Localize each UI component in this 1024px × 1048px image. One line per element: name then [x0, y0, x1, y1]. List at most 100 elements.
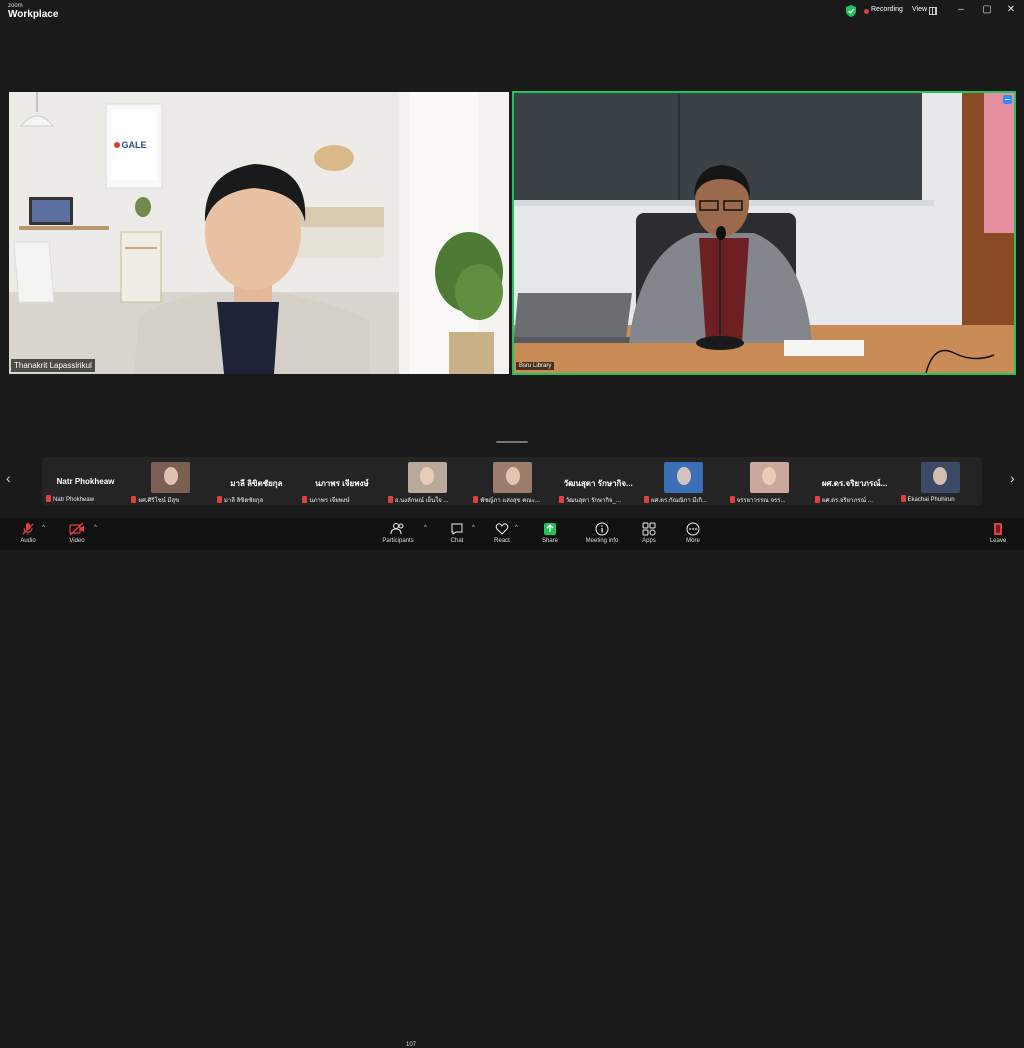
recording-label[interactable]: Recording: [871, 6, 903, 13]
participant-tile[interactable]: Natr Phokheaw Natr Phokheaw: [44, 459, 127, 503]
participant-thumbnail: [920, 462, 960, 493]
participant-name-text: มาลี ลิขิตชัยกุล: [223, 498, 264, 504]
participant-name-label: วัฒนสุดา รักษากิจ_...: [558, 495, 640, 505]
mic-muted-icon: [46, 495, 51, 502]
participant-tile[interactable]: พัชญ์ภา แสงสุข คณะ...: [471, 459, 554, 504]
participant-tile[interactable]: มาลี ลิขิตชัยกุล มาลี ลิขิตชัยกุล: [215, 459, 298, 504]
mic-muted-icon: [900, 495, 906, 502]
participant-name-text: จรรยาวรรณ จรร...: [736, 498, 786, 504]
speaker-video-frame: GALE: [9, 92, 509, 374]
participant-name-label: อ.นงลักษณ์ เย็นใจ ...: [387, 495, 469, 505]
participant-name-text: วัฒนสุดา รักษากิจ_...: [565, 498, 621, 504]
pin-icon[interactable]: [1003, 95, 1012, 104]
video-tile-active[interactable]: Bsru Library: [512, 91, 1016, 375]
view-button[interactable]: View: [912, 6, 927, 13]
participant-name-label: จรรยาวรรณ จรร...: [729, 495, 811, 505]
participant-tile[interactable]: ผศ.ศิริโชน์ มีสุข: [129, 459, 212, 505]
strip-next-button[interactable]: ›: [1010, 470, 1015, 486]
video-button[interactable]: Video: [55, 522, 99, 544]
participant-tile[interactable]: วัฒนสุดา รักษากิจ... วัฒนสุดา รักษากิจ_..…: [557, 459, 640, 505]
participant-tile[interactable]: นภาพร เจียพงษ์ นภาพร เจียพงษ์: [300, 459, 383, 505]
audio-caret-icon[interactable]: ^: [42, 525, 45, 531]
shield-icon[interactable]: [846, 5, 856, 17]
recording-dot-icon: [864, 9, 869, 14]
participant-face: [163, 467, 178, 485]
active-video-frame: [514, 93, 1014, 373]
mic-muted-icon: [216, 496, 222, 503]
participant-name-label: ผศ.ดร.กัณณิกา มีเกิ...: [644, 495, 725, 505]
leave-label: Leave: [989, 538, 1007, 544]
participant-display-name: มาลี ลิขิตชัยกุล: [230, 479, 283, 488]
close-button[interactable]: ✕: [1004, 4, 1018, 15]
active-name-label: Bsru Library: [516, 362, 555, 370]
participants-label: Participants: [382, 538, 414, 544]
participant-name-text: พัชญ์ภา แสงสุข คณะ...: [480, 498, 541, 504]
participant-tile[interactable]: อ.นงลักษณ์ เย็นใจ ...: [386, 459, 469, 505]
participant-name-label: นภาพร เจียพงษ์: [302, 495, 383, 505]
participant-thumbnail: [664, 462, 704, 493]
participants-caret-icon[interactable]: ^: [424, 525, 427, 531]
share-label: Share: [541, 538, 558, 544]
participant-thumbnail: [407, 462, 447, 493]
participant-face: [505, 467, 520, 485]
participant-name-label: ผศ.ดร.จริยาภรณ์ ...: [815, 495, 896, 505]
participant-name-text: Natr Phokheaw: [53, 497, 95, 503]
mic-muted-icon: [22, 523, 34, 535]
participant-name-label: ผศ.ศิริโชน์ มีสุข: [131, 495, 212, 505]
participant-tile[interactable]: ผศ.ดร.กัณณิกา มีเกิ...: [642, 459, 725, 505]
participant-name-text: อ.นงลักษณ์ เย็นใจ ...: [394, 498, 449, 504]
more-label: More: [686, 538, 700, 544]
mic-muted-icon: [473, 496, 479, 503]
participants-button[interactable]: Participants: [376, 522, 420, 544]
mic-muted-icon: [644, 496, 650, 503]
chat-caret-icon[interactable]: ^: [472, 525, 475, 531]
participant-count: 107: [406, 1042, 417, 1048]
participant-tile[interactable]: ผศ.ดร.จริยาภรณ์... ผศ.ดร.จริยาภรณ์ ...: [813, 459, 896, 505]
camera-off-icon: [69, 522, 84, 536]
brand-large: Workplace: [8, 9, 59, 20]
leave-door-icon: [994, 523, 1002, 535]
participant-thumbnail: [151, 462, 191, 493]
meeting-info-label: Meeting info: [585, 538, 619, 544]
participant-face: [676, 467, 691, 485]
strip-prev-button[interactable]: ‹: [6, 470, 11, 486]
video-label: Video: [69, 538, 85, 544]
participant-display-name: นภาพร เจียพงษ์: [315, 479, 369, 488]
share-screen-icon: [544, 523, 556, 535]
participant-name-text: นภาพร เจียพงษ์: [309, 498, 350, 504]
mic-muted-icon: [815, 496, 821, 503]
mic-muted-icon: [558, 496, 564, 503]
mic-muted-icon: [729, 496, 735, 503]
mic-muted-icon: [131, 496, 137, 503]
participant-tile[interactable]: จรรยาวรรณ จรร...: [728, 459, 811, 505]
participant-thumbnail: [493, 462, 533, 493]
participant-name-text: ผศ.ศิริโชน์ มีสุข: [138, 498, 180, 504]
participant-thumbnail: [749, 462, 789, 493]
video-tile-speaker[interactable]: GALE Thanakrit Lapassirikul: [9, 92, 509, 374]
participant-display-name: วัฒนสุดา รักษากิจ...: [563, 479, 633, 488]
video-caret-icon[interactable]: ^: [94, 525, 97, 531]
maximize-button[interactable]: ▢: [980, 4, 994, 15]
grid-view-icon[interactable]: [929, 7, 937, 15]
participant-strip: Natr Phokheaw Natr Phokheaw ผศ.ศิริโชน์ มี…: [42, 457, 982, 505]
participant-face: [933, 467, 948, 485]
resize-handle[interactable]: [496, 441, 528, 443]
audio-label: Audio: [20, 538, 36, 544]
speaker-name-label: Thanakrit Lapassirikul: [11, 359, 95, 372]
participant-face: [762, 467, 777, 485]
zoom-logo: zoom Workplace: [8, 3, 58, 20]
participant-tile[interactable]: Ekachai Phuhirun: [899, 459, 982, 503]
participant-display-name: Natr Phokheaw: [56, 477, 115, 486]
share-button[interactable]: Share: [528, 522, 572, 544]
apps-label: Apps: [642, 538, 656, 544]
participant-name-label: Natr Phokheaw: [46, 495, 127, 503]
minimize-button[interactable]: –: [954, 4, 968, 15]
participant-name-label: Ekachai Phuhirun: [900, 495, 982, 503]
leave-button[interactable]: Leave: [976, 522, 1020, 544]
apps-button[interactable]: Apps: [627, 522, 671, 544]
react-caret-icon[interactable]: ^: [515, 525, 518, 531]
mic-muted-icon: [302, 496, 308, 503]
more-button[interactable]: More: [671, 522, 715, 544]
meeting-info-button[interactable]: Meeting info: [580, 522, 624, 544]
participant-name-text: Ekachai Phuhirun: [907, 497, 955, 503]
